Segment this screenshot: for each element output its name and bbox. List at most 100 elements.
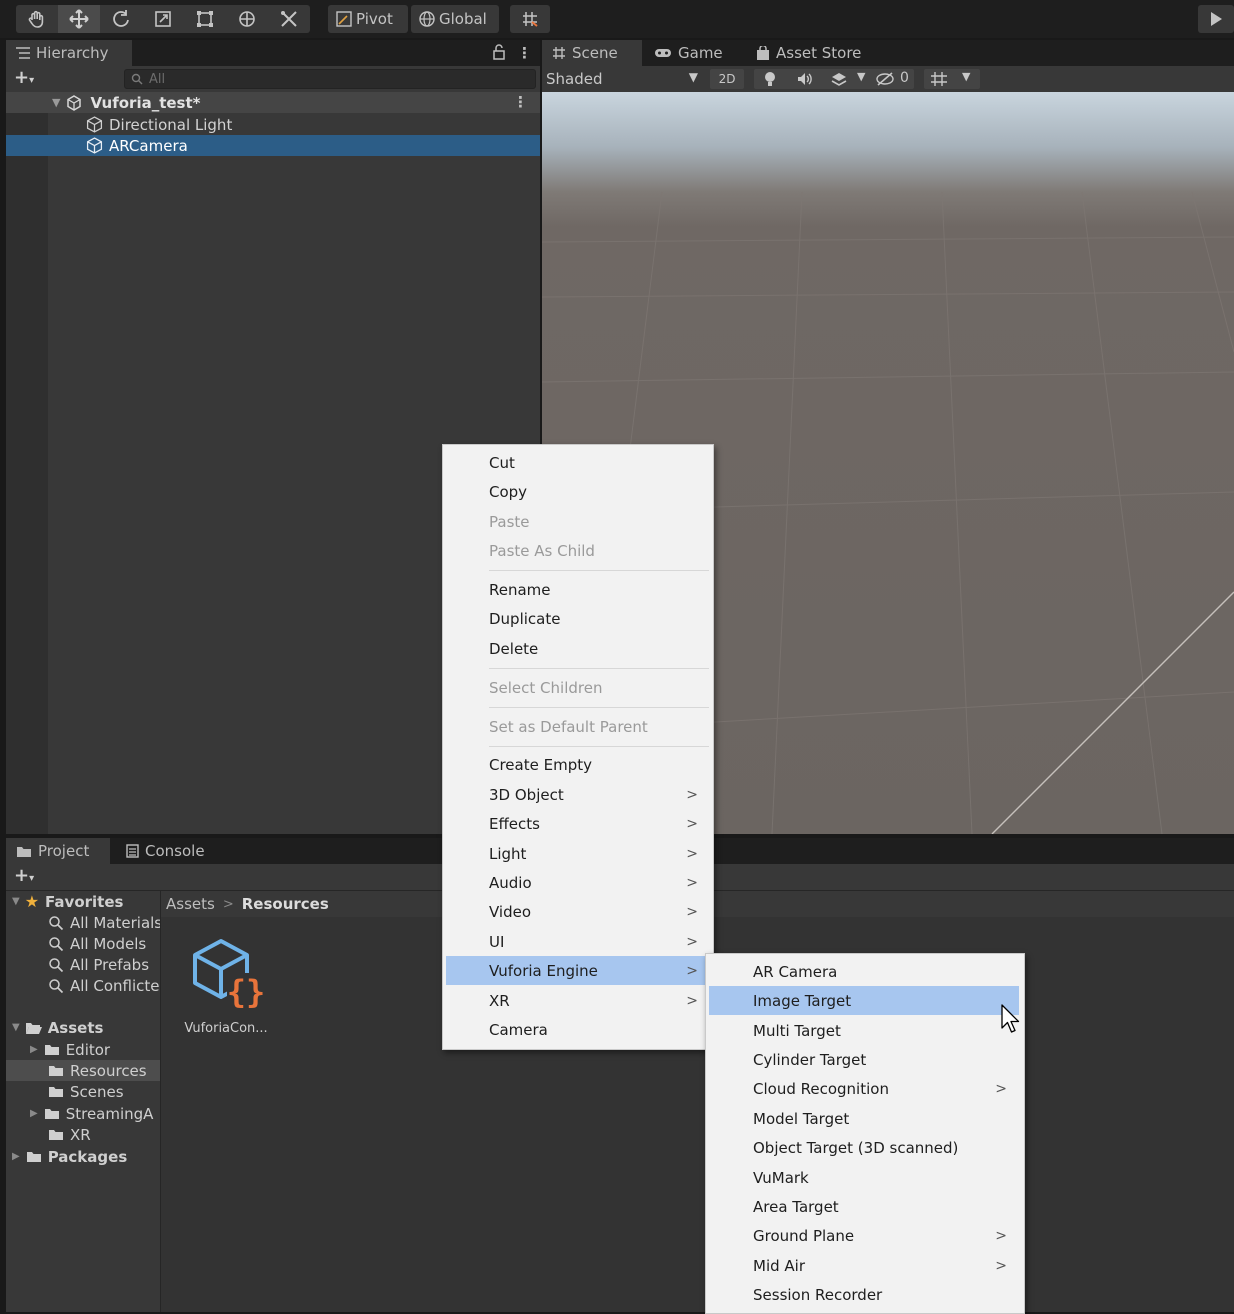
- move-tool-button[interactable]: [58, 5, 100, 33]
- tree-item-label: All Materials: [70, 913, 161, 932]
- gamepad-icon: [655, 49, 671, 57]
- collapse-arrow-icon[interactable]: ▶: [30, 1108, 38, 1119]
- rotate-tool-button[interactable]: [100, 5, 142, 33]
- audio-speaker-icon[interactable]: [796, 72, 814, 86]
- hand-tool-button[interactable]: [16, 5, 58, 33]
- chevron-down-icon[interactable]: ▼: [857, 70, 865, 83]
- scene-name: Vuforia_test*: [90, 93, 201, 112]
- console-icon: [126, 844, 139, 858]
- tab-console[interactable]: Console: [116, 838, 216, 864]
- create-asset-button[interactable]: +▾: [14, 865, 34, 886]
- menu-item-paste-as-child[interactable]: Paste As Child: [446, 536, 710, 565]
- menu-item-cut[interactable]: Cut: [446, 448, 710, 477]
- expand-arrow-icon[interactable]: ▼: [12, 1022, 20, 1033]
- gameobject-cube-icon: [86, 116, 103, 133]
- gizmos-group[interactable]: ▼: [924, 69, 980, 89]
- menu-item-video[interactable]: Video >: [446, 897, 710, 926]
- submenu-item-object-target[interactable]: Object Target (3D scanned): [709, 1133, 1019, 1162]
- kebab-menu-icon[interactable]: ⋮: [517, 44, 532, 62]
- tab-hierarchy-label: Hierarchy: [36, 44, 109, 62]
- menu-item-3d-object[interactable]: 3D Object >: [446, 780, 710, 809]
- collapse-arrow-icon[interactable]: ▶: [30, 1044, 38, 1055]
- tree-item-all-models[interactable]: All Models: [6, 933, 160, 954]
- rect-tool-button[interactable]: [184, 5, 226, 33]
- tree-item-all-conflicted[interactable]: All Conflicte: [6, 975, 160, 996]
- menu-item-effects[interactable]: Effects >: [446, 809, 710, 838]
- hierarchy-search-input[interactable]: All: [124, 69, 536, 89]
- menu-item-label: Light: [489, 844, 527, 863]
- scene-row[interactable]: ▼ Vuforia_test* ⋮: [6, 92, 540, 113]
- play-button[interactable]: [1198, 5, 1234, 33]
- tab-project[interactable]: Project: [6, 838, 110, 864]
- expand-arrow-icon[interactable]: ▼: [12, 896, 20, 907]
- submenu-arrow-icon: >: [686, 875, 698, 891]
- lock-icon[interactable]: [492, 44, 508, 62]
- submenu-item-mid-air[interactable]: Mid Air >: [709, 1251, 1019, 1280]
- chevron-down-icon: ▼: [962, 70, 971, 83]
- global-toggle[interactable]: Global: [411, 5, 499, 33]
- submenu-item-session-recorder[interactable]: Session Recorder: [709, 1280, 1019, 1309]
- scene-kebab-icon[interactable]: ⋮: [513, 93, 528, 111]
- tree-folder-resources[interactable]: Resources: [6, 1060, 160, 1081]
- tree-folder-xr[interactable]: XR: [6, 1124, 160, 1145]
- lightbulb-icon[interactable]: [763, 71, 777, 87]
- pivot-toggle[interactable]: Pivot: [328, 5, 408, 33]
- hidden-eye-icon[interactable]: [876, 72, 896, 86]
- submenu-item-ar-camera[interactable]: AR Camera: [709, 957, 1019, 986]
- tab-hierarchy[interactable]: Hierarchy: [6, 40, 132, 66]
- submenu-item-image-target[interactable]: Image Target: [709, 986, 1019, 1015]
- menu-item-copy[interactable]: Copy: [446, 477, 710, 506]
- menu-separator: [489, 570, 709, 571]
- menu-item-duplicate[interactable]: Duplicate: [446, 604, 710, 633]
- menu-item-set-default-parent[interactable]: Set as Default Parent: [446, 712, 710, 741]
- menu-item-vuforia-engine[interactable]: Vuforia Engine >: [446, 956, 710, 985]
- submenu-item-multi-target[interactable]: Multi Target: [709, 1016, 1019, 1045]
- expand-arrow-icon[interactable]: ▼: [52, 96, 60, 109]
- breadcrumb-resources[interactable]: Resources: [242, 895, 329, 913]
- effects-layers-icon[interactable]: [830, 71, 848, 87]
- submenu-item-cloud-recognition[interactable]: Cloud Recognition >: [709, 1074, 1019, 1103]
- menu-item-audio[interactable]: Audio >: [446, 868, 710, 897]
- submenu-arrow-icon: >: [686, 816, 698, 832]
- tab-scene-label: Scene: [572, 44, 618, 62]
- collapse-arrow-icon[interactable]: ▶: [12, 1151, 20, 1162]
- tree-favorites[interactable]: ▼ ★ Favorites: [6, 891, 160, 912]
- submenu-item-vumark[interactable]: VuMark: [709, 1163, 1019, 1192]
- hierarchy-item-arcamera[interactable]: ARCamera: [6, 135, 540, 156]
- tree-packages[interactable]: ▶ Packages: [6, 1146, 160, 1167]
- custom-tool-button[interactable]: [268, 5, 310, 33]
- tree-item-all-materials[interactable]: All Materials: [6, 912, 161, 933]
- tab-game[interactable]: Game: [644, 40, 734, 66]
- shading-mode-dropdown[interactable]: Shaded ▼: [546, 69, 702, 89]
- submenu-item-model-target[interactable]: Model Target: [709, 1104, 1019, 1133]
- scale-tool-button[interactable]: [142, 5, 184, 33]
- submenu-item-ground-plane[interactable]: Ground Plane >: [709, 1221, 1019, 1250]
- menu-item-light[interactable]: Light >: [446, 839, 710, 868]
- menu-item-ui[interactable]: UI >: [446, 927, 710, 956]
- tab-scene[interactable]: Scene: [542, 40, 642, 66]
- tree-item-all-prefabs[interactable]: All Prefabs: [6, 954, 160, 975]
- 2d-toggle-button[interactable]: 2D: [710, 69, 744, 89]
- menu-item-xr[interactable]: XR >: [446, 986, 710, 1015]
- add-object-button[interactable]: +▾: [14, 67, 34, 88]
- submenu-arrow-icon: >: [686, 993, 698, 1009]
- menu-item-select-children[interactable]: Select Children: [446, 673, 710, 702]
- submenu-item-area-target[interactable]: Area Target: [709, 1192, 1019, 1221]
- menu-item-delete[interactable]: Delete: [446, 634, 710, 663]
- hierarchy-item-directional-light[interactable]: Directional Light: [6, 114, 540, 135]
- breadcrumb-assets[interactable]: Assets: [166, 895, 215, 913]
- menu-item-paste[interactable]: Paste: [446, 507, 710, 536]
- asset-tile-vuforia-config[interactable]: {} VuforiaCon...: [179, 935, 269, 1045]
- tree-assets[interactable]: ▼ Assets: [6, 1017, 160, 1038]
- menu-item-create-empty[interactable]: Create Empty: [446, 750, 710, 779]
- grid-snap-button[interactable]: [510, 5, 550, 33]
- menu-item-camera[interactable]: Camera: [446, 1015, 710, 1044]
- menu-item-rename[interactable]: Rename: [446, 575, 710, 604]
- transform-tool-button[interactable]: [226, 5, 268, 33]
- submenu-item-cylinder-target[interactable]: Cylinder Target: [709, 1045, 1019, 1074]
- tree-folder-scenes[interactable]: Scenes: [6, 1081, 160, 1102]
- tree-folder-editor[interactable]: ▶ Editor: [6, 1039, 160, 1060]
- tab-asset-store[interactable]: Asset Store: [746, 40, 876, 66]
- menu-item-label: Mid Air: [753, 1256, 805, 1275]
- tree-folder-streamingassets[interactable]: ▶ StreamingA: [6, 1103, 160, 1124]
